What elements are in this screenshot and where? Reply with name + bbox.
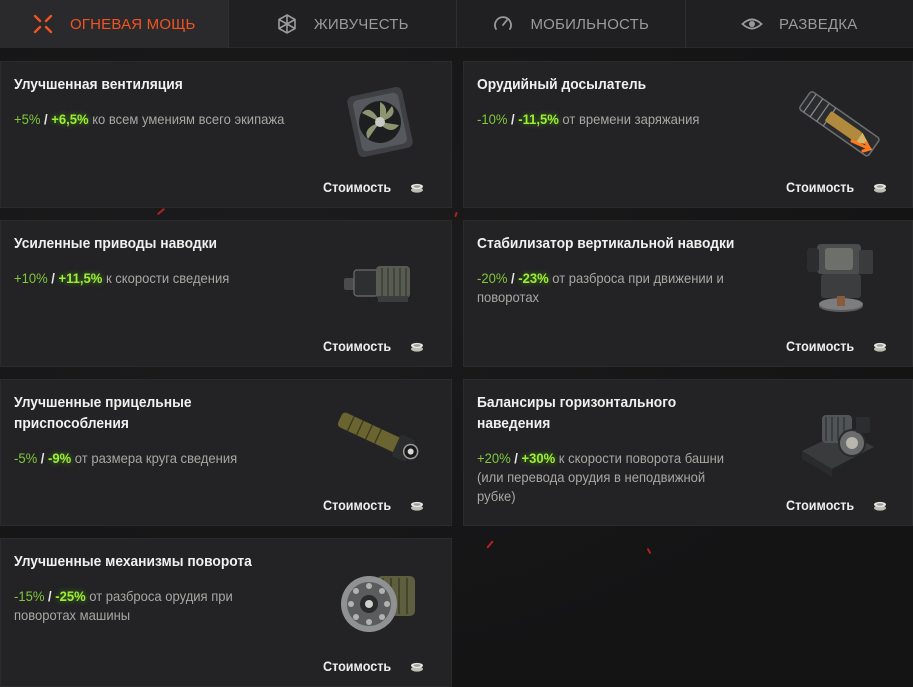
rammer-shell-icon: [790, 78, 890, 168]
tab-recon[interactable]: Разведка: [686, 0, 913, 48]
value-separator: /: [507, 111, 519, 127]
tab-firepower[interactable]: Огневая мощь: [0, 0, 229, 48]
cost-label: Стоимость: [323, 658, 392, 674]
equipment-title: Балансиры горизонтального наведения: [477, 394, 677, 432]
value-separator: /: [37, 450, 49, 466]
bonus-value: +11,5%: [58, 270, 103, 286]
speedometer-icon: [492, 13, 514, 35]
equipment-description: +10% / +11,5% к скорости сведения: [14, 269, 302, 288]
equipment-title: Улучшенная вентиляция: [14, 76, 183, 93]
stabilizer-gearbox-icon: [790, 235, 890, 327]
cost-button[interactable]: Стоимость: [323, 179, 425, 195]
equipment-title: Орудийный досылатель: [477, 76, 647, 93]
effect-text: к скорости сведения: [102, 270, 230, 286]
equipment-card[interactable]: Улучшенные прицельные приспособления -5%…: [0, 379, 452, 526]
value-separator: /: [47, 270, 59, 286]
tab-label: Мобильность: [530, 15, 650, 33]
bonus-value: -25%: [55, 588, 86, 604]
base-value: +5%: [14, 111, 41, 127]
base-value: -20%: [477, 270, 508, 286]
credits-coin-icon: [872, 339, 888, 353]
cost-button[interactable]: Стоимость: [786, 179, 888, 195]
value-separator: /: [44, 588, 56, 604]
equipment-description: +5% / +6,5% ко всем умениям всего экипаж…: [14, 110, 302, 129]
ventilation-fan-icon: [329, 78, 429, 168]
bonus-value: -9%: [48, 450, 72, 466]
effect-text: от размера круга сведения: [71, 450, 238, 466]
cost-label: Стоимость: [323, 338, 392, 354]
eye-icon: [741, 13, 763, 35]
tab-label: Живучесть: [313, 15, 409, 33]
credits-coin-icon: [409, 498, 425, 512]
base-value: -10%: [477, 111, 508, 127]
equipment-card[interactable]: Улучшенные механизмы поворота -15% / -25…: [0, 538, 452, 687]
equipment-description: -15% / -25% от разброса орудия при повор…: [14, 587, 256, 625]
gun-sight-icon: [329, 394, 429, 484]
credits-coin-icon: [409, 659, 425, 673]
armor-icon: [276, 13, 298, 35]
cost-label: Стоимость: [786, 497, 855, 513]
equipment-description: -20% / -23% от разброса при движении и п…: [477, 269, 756, 307]
credits-coin-icon: [409, 339, 425, 353]
traverse-gear-icon: [329, 557, 429, 647]
tab-mobility[interactable]: Мобильность: [457, 0, 686, 48]
credits-coin-icon: [872, 498, 888, 512]
credits-coin-icon: [409, 180, 425, 194]
cost-label: Стоимость: [323, 497, 392, 513]
effect-text: от времени заряжания: [558, 111, 700, 127]
turret-balancer-icon: [790, 398, 890, 488]
equipment-page: Огневая мощь Живучесть Мобильность: [0, 0, 913, 687]
cost-button[interactable]: Стоимость: [323, 658, 425, 674]
decor-spark: [486, 540, 494, 549]
value-separator: /: [510, 450, 522, 466]
equipment-card[interactable]: Улучшенная вентиляция +5% / +6,5% ко все…: [0, 61, 452, 208]
bonus-value: -23%: [518, 270, 549, 286]
electric-motor-icon: [329, 237, 429, 327]
crosshair-icon: [32, 13, 54, 35]
equipment-description: -5% / -9% от размера круга сведения: [14, 449, 302, 468]
credits-coin-icon: [872, 180, 888, 194]
equipment-description: +20% / +30% к скорости поворота башни (и…: [477, 449, 747, 506]
base-value: +10%: [14, 270, 48, 286]
cost-button[interactable]: Стоимость: [323, 497, 425, 513]
base-value: -15%: [14, 588, 45, 604]
bonus-value: +6,5%: [51, 111, 89, 127]
base-value: -5%: [14, 450, 38, 466]
bonus-value: +30%: [521, 450, 556, 466]
equipment-title: Усиленные приводы наводки: [14, 235, 217, 252]
tab-label: Разведка: [779, 15, 858, 33]
cost-label: Стоимость: [323, 179, 392, 195]
equipment-card[interactable]: Стабилизатор вертикальной наводки -20% /…: [463, 220, 913, 367]
tab-survivability[interactable]: Живучесть: [229, 0, 457, 48]
equipment-title: Улучшенные прицельные приспособления: [14, 394, 192, 432]
decor-spark: [646, 547, 652, 555]
cost-label: Стоимость: [786, 338, 855, 354]
equipment-title: Стабилизатор вертикальной наводки: [477, 235, 735, 252]
cost-button[interactable]: Стоимость: [786, 338, 888, 354]
cost-label: Стоимость: [786, 179, 855, 195]
equipment-card[interactable]: Балансиры горизонтального наведения +20%…: [463, 379, 913, 526]
value-separator: /: [507, 270, 519, 286]
equipment-card[interactable]: Орудийный досылатель -10% / -11,5% от вр…: [463, 61, 913, 208]
cost-button[interactable]: Стоимость: [323, 338, 425, 354]
base-value: +20%: [477, 450, 511, 466]
category-tabs: Огневая мощь Живучесть Мобильность: [0, 0, 913, 48]
equipment-description: -10% / -11,5% от времени заряжания: [477, 110, 765, 129]
decor-spark: [454, 211, 458, 218]
cost-button[interactable]: Стоимость: [786, 497, 888, 513]
equipment-title: Улучшенные механизмы поворота: [14, 553, 252, 570]
tab-label: Огневая мощь: [69, 15, 196, 33]
decor-spark: [156, 207, 166, 216]
effect-text: ко всем умениям всего экипажа: [88, 111, 285, 127]
value-separator: /: [40, 111, 52, 127]
bonus-value: -11,5%: [518, 111, 559, 127]
equipment-card[interactable]: Усиленные приводы наводки +10% / +11,5% …: [0, 220, 452, 367]
